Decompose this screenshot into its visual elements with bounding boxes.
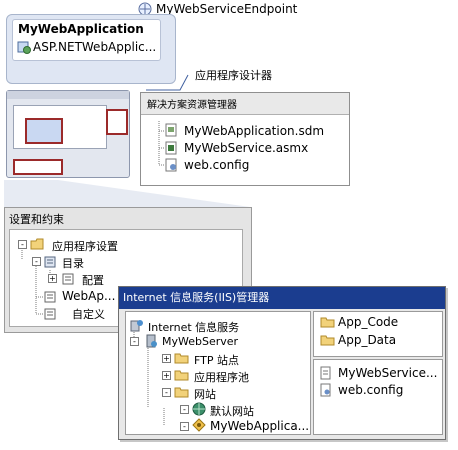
expand-toggle[interactable]: + <box>162 371 171 380</box>
designer-callout-label: 应用程序设计器 <box>195 69 272 82</box>
solution-item-label[interactable]: web.config <box>184 158 249 172</box>
directory-icon <box>44 256 56 268</box>
folder-open-icon <box>30 238 46 250</box>
list-icon <box>44 291 56 303</box>
expand-toggle[interactable]: + <box>48 274 57 283</box>
thumbnail-bottom-panel <box>13 159 63 175</box>
solution-explorer-panel: 解决方案资源管理器 MyWebApplication.sdm MyWebServ… <box>140 92 350 186</box>
iis-files-pane: MyWebService... web.config <box>313 359 443 435</box>
iis-folder-item[interactable]: App_Code <box>338 315 398 329</box>
collapse-toggle[interactable]: - <box>180 422 189 431</box>
collapse-toggle[interactable]: - <box>32 257 41 266</box>
folder-icon <box>320 334 336 346</box>
folder-icon <box>174 386 190 398</box>
thumbnail-side-panel <box>106 109 128 135</box>
iis-tree-item[interactable]: MyWebServer <box>162 335 238 348</box>
folder-icon <box>174 352 190 364</box>
folder-icon <box>174 369 190 381</box>
settings-tree-item[interactable]: WebAp... <box>62 289 115 303</box>
config-list-icon <box>62 273 74 285</box>
thumbnail-titlebar <box>7 91 129 99</box>
asmx-file-icon <box>165 141 178 155</box>
document-icon <box>320 366 332 380</box>
collapse-toggle[interactable]: - <box>162 388 171 397</box>
iis-tree-item[interactable]: FTP 站点 <box>194 352 239 368</box>
settings-tree-item[interactable]: 目录 <box>62 255 84 271</box>
iis-tree-item[interactable]: Internet 信息服务 <box>148 319 239 335</box>
list-icon <box>44 308 56 320</box>
sdm-file-icon <box>165 123 178 137</box>
expand-toggle[interactable]: + <box>162 354 171 363</box>
iis-folders-pane: App_Code App_Data <box>313 311 443 357</box>
settings-tree-item[interactable]: 应用程序设置 <box>52 238 118 254</box>
iis-tree-item[interactable]: 应用程序池 <box>194 369 249 385</box>
iis-tree-item[interactable]: MyWebApplica... <box>210 419 309 433</box>
solution-item-label[interactable]: MyWebApplication.sdm <box>184 124 324 138</box>
iis-tree-item[interactable]: 网站 <box>194 386 216 402</box>
iis-file-item[interactable]: MyWebService... <box>338 366 437 380</box>
settings-tree-item[interactable]: 配置 <box>82 272 104 288</box>
collapse-toggle[interactable]: - <box>180 405 189 414</box>
folder-icon <box>320 316 336 328</box>
iis-title-bar: Internet 信息服务(IIS)管理器 <box>119 287 445 309</box>
server-icon <box>144 334 158 348</box>
globe-icon <box>192 402 206 416</box>
iis-root-icon <box>130 318 144 332</box>
iis-tree-pane: Internet 信息服务 - MyWebServer + FTP 站点 + 应… <box>125 311 311 435</box>
solution-item-label[interactable]: MyWebService.asmx <box>184 141 308 155</box>
iis-file-item[interactable]: web.config <box>338 383 403 397</box>
web-app-icon <box>192 418 206 432</box>
config-file-icon <box>320 383 332 397</box>
iis-manager-window: Internet 信息服务(IIS)管理器 Internet 信息服务 - My… <box>118 286 446 440</box>
config-file-icon <box>165 158 178 172</box>
iis-folder-item[interactable]: App_Data <box>338 333 396 347</box>
collapse-toggle[interactable]: - <box>18 240 27 249</box>
settings-tree-item[interactable]: 自定义 <box>72 306 105 322</box>
settings-title: 设置和约束 <box>9 213 64 226</box>
collapse-toggle[interactable]: - <box>130 337 139 346</box>
thumbnail-app-shape <box>25 118 63 144</box>
iis-tree-item[interactable]: 默认网站 <box>210 403 254 419</box>
designer-thumbnail[interactable] <box>6 90 130 178</box>
